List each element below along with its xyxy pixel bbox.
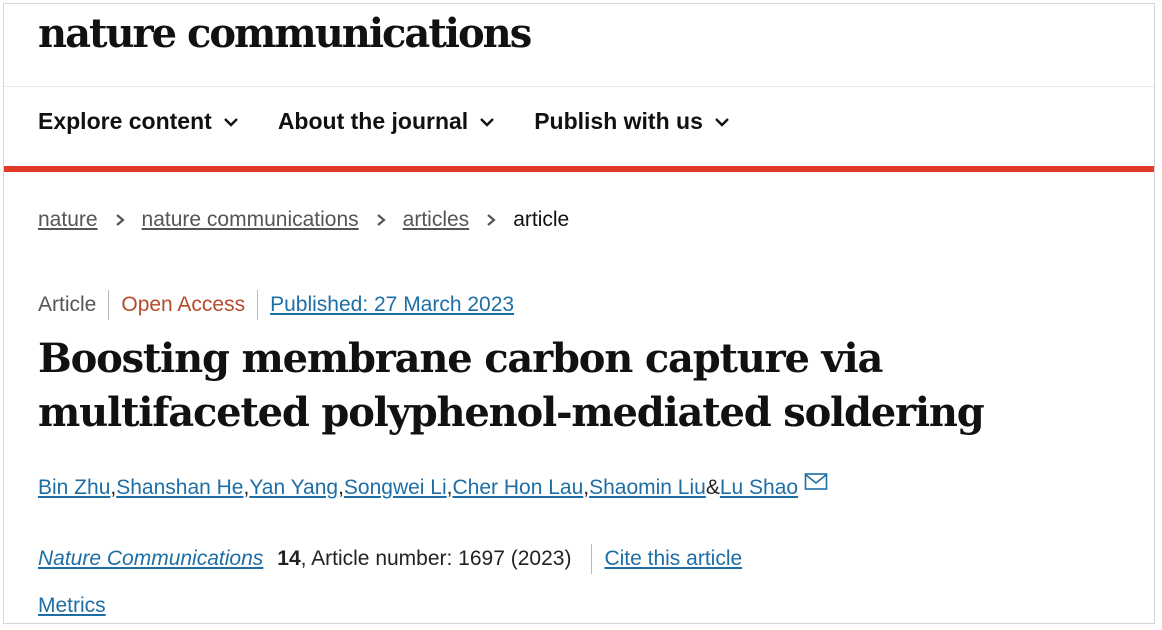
page-frame: nature communications Explore content Ab… xyxy=(3,3,1155,624)
author-last-separator: & xyxy=(705,476,720,499)
chevron-right-icon xyxy=(376,214,386,226)
breadcrumb-articles[interactable]: articles xyxy=(403,208,470,232)
published-date-link[interactable]: Published: 27 March 2023 xyxy=(270,293,514,317)
meta-divider xyxy=(108,290,110,320)
nav-item-label: Explore content xyxy=(38,108,212,134)
accent-bar xyxy=(4,166,1154,172)
nav-publish-with-us[interactable]: Publish with us xyxy=(534,108,731,135)
breadcrumb-nature[interactable]: nature xyxy=(38,208,98,232)
site-logo[interactable]: nature communications xyxy=(38,10,532,57)
metrics-link[interactable]: Metrics xyxy=(38,594,106,618)
main-nav: Explore content About the journal Publis… xyxy=(38,108,769,135)
cite-this-article-link[interactable]: Cite this article xyxy=(604,547,742,571)
citation-divider xyxy=(591,544,593,574)
chevron-down-icon xyxy=(715,117,729,127)
nav-about-journal[interactable]: About the journal xyxy=(278,108,496,135)
breadcrumb-current: article xyxy=(513,208,570,231)
article-title: Boosting membrane carbon capture via mul… xyxy=(38,335,985,436)
nav-item-label: Publish with us xyxy=(534,108,703,134)
author-link[interactable]: Bin Zhu xyxy=(38,476,110,500)
author-link[interactable]: Shaomin Liu xyxy=(589,476,706,500)
journal-link[interactable]: Nature Communications xyxy=(38,547,263,571)
author-link[interactable]: Yan Yang xyxy=(249,476,338,500)
author-link[interactable]: Lu Shao xyxy=(720,476,798,500)
author-link[interactable]: Shanshan He xyxy=(116,476,243,500)
article-number: , Article number: 1697 (2023) xyxy=(300,547,572,570)
breadcrumb: nature nature communications articles ar… xyxy=(38,208,569,232)
author-list: Bin Zhu, Shanshan He, Yan Yang, Songwei … xyxy=(38,473,828,500)
nav-item-label: About the journal xyxy=(277,108,469,134)
author-link[interactable]: Cher Hon Lau xyxy=(453,476,584,500)
meta-divider xyxy=(257,290,259,320)
masthead: nature communications xyxy=(4,4,1154,87)
article-type: Article xyxy=(38,293,97,316)
open-access-badge: Open Access xyxy=(121,293,246,316)
chevron-down-icon xyxy=(480,117,495,127)
breadcrumb-nature-communications[interactable]: nature communications xyxy=(142,208,359,232)
citation-line: Nature Communications 14 , Article numbe… xyxy=(38,544,742,574)
article-meta: Article Open Access Published: 27 March … xyxy=(38,290,514,320)
chevron-right-icon xyxy=(115,214,125,226)
volume-number: 14 xyxy=(277,547,301,570)
mail-icon[interactable] xyxy=(804,472,828,492)
nav-explore-content[interactable]: Explore content xyxy=(38,108,240,135)
chevron-right-icon xyxy=(487,214,496,226)
chevron-down-icon xyxy=(223,117,238,127)
author-link[interactable]: Songwei Li xyxy=(344,476,447,500)
